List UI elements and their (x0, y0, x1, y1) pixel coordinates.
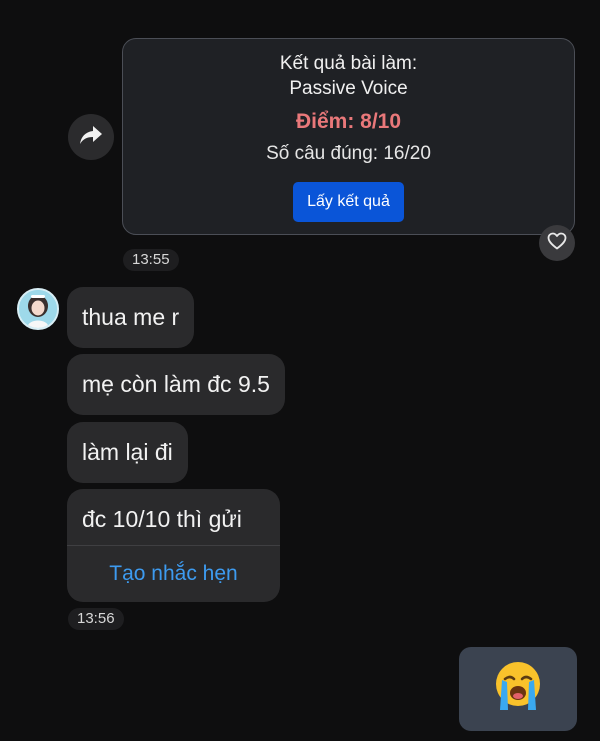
timestamp: 13:55 (123, 249, 179, 271)
result-card-title-line2: Passive Voice (289, 78, 408, 99)
share-button[interactable] (68, 114, 114, 160)
message-bubble[interactable]: thua me r (67, 287, 195, 348)
timestamp: 13:56 (68, 608, 124, 630)
reaction-button[interactable] (539, 225, 575, 261)
message-text: đc 10/10 thì gửi (82, 506, 242, 532)
get-result-button[interactable]: Lấy kết quả (293, 182, 404, 222)
result-card-title: Kết quả bài làm: Passive Voice (123, 51, 574, 101)
result-card-title-line1: Kết quả bài làm: (279, 53, 418, 74)
avatar[interactable] (17, 288, 59, 330)
message-bubble[interactable]: làm lại đi (67, 422, 188, 483)
create-reminder-link[interactable]: Tạo nhắc hẹn (67, 546, 280, 602)
share-forward-icon (79, 124, 103, 151)
heart-outline-icon (547, 232, 567, 255)
message-bubble[interactable]: đc 10/10 thì gửi Tạo nhắc hẹn (67, 489, 280, 602)
loudly-crying-face-icon (492, 660, 544, 719)
quiz-result-card: Kết quả bài làm: Passive Voice Điểm: 8/1… (122, 38, 575, 235)
result-score: Điểm: 8/10 (295, 110, 402, 133)
chat-screen: Kết quả bài làm: Passive Voice Điểm: 8/1… (0, 0, 600, 741)
outgoing-message-bubble[interactable] (459, 647, 577, 731)
message-bubble[interactable]: mẹ còn làm đc 9.5 (67, 354, 285, 415)
result-correct-count: Số câu đúng: 16/20 (266, 143, 431, 164)
message-text: thua me r (82, 304, 180, 330)
message-text: mẹ còn làm đc 9.5 (82, 371, 270, 397)
message-text: làm lại đi (82, 439, 173, 465)
